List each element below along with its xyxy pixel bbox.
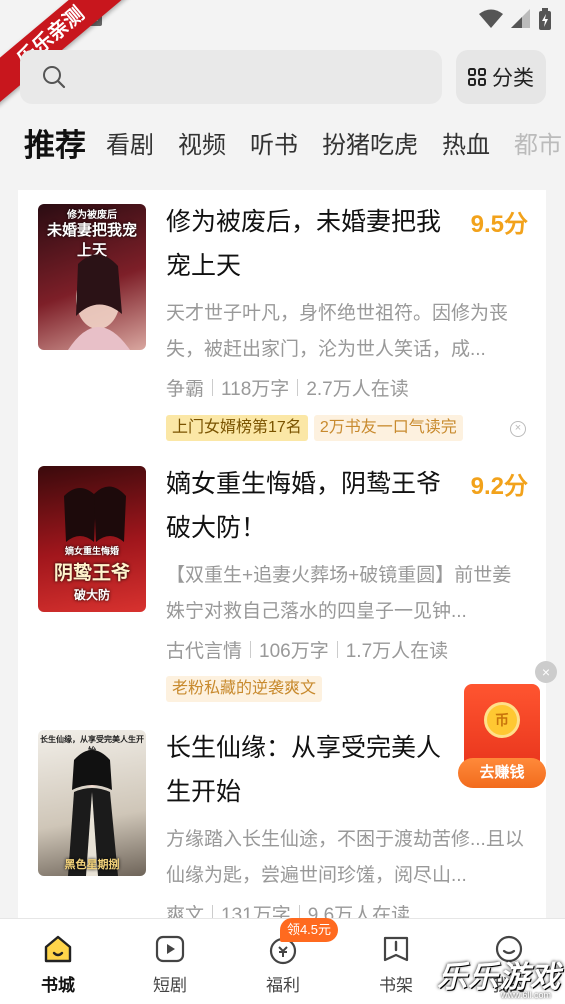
category-label: 分类 — [492, 67, 534, 90]
cover-figure-icon — [64, 486, 126, 542]
book-genre: 爽文 — [166, 905, 205, 920]
close-icon[interactable]: × — [535, 661, 557, 683]
tab-recommend[interactable]: 推荐 — [24, 122, 86, 170]
coin-icon: 币 — [484, 702, 520, 738]
book-genre: 争霸 — [166, 379, 205, 400]
book-words: 118万字 — [221, 379, 290, 400]
reader-tag: 老粉私藏的逆袭爽文 — [166, 676, 323, 702]
home-icon — [44, 935, 72, 963]
book-tags: 老粉私藏的逆袭爽文 — [166, 676, 323, 702]
nav-welfare[interactable]: 福利 — [243, 933, 323, 996]
book-item[interactable]: 修为被废后 未婚妻把我宠上天 修为被废后，未婚妻把我宠上天 9.5分 天才世子叶… — [18, 190, 546, 450]
book-score: 9.2分 — [470, 473, 528, 500]
wifi-icon — [479, 9, 503, 28]
tab-hotblood[interactable]: 热血 — [442, 122, 490, 170]
search-input[interactable] — [20, 50, 442, 104]
signal-icon — [511, 9, 530, 28]
nav-label: 书架 — [379, 976, 413, 995]
play-icon — [155, 935, 185, 963]
book-score: 9.5分 — [470, 211, 528, 238]
cover-figure-icon — [68, 254, 130, 350]
book-meta: 古代言情 106万字 1.7万人在读 — [166, 636, 448, 663]
status-icons — [479, 8, 551, 30]
book-readers: 9.6万人在读 — [307, 905, 411, 920]
book-title[interactable]: 长生仙缘：从享受完美人生开始 — [166, 726, 456, 814]
book-genre: 古代言情 — [166, 641, 243, 662]
battery-icon — [539, 8, 551, 30]
book-tags: 上门女婿榜第17名 2万书友一口气读完 — [166, 415, 463, 441]
nav-bookshelf[interactable]: 书架 — [356, 933, 436, 996]
nav-label: 短剧 — [153, 976, 187, 995]
book-readers: 1.7万人在读 — [345, 641, 449, 662]
bookshelf-icon — [383, 936, 409, 962]
earn-money-button[interactable]: 去赚钱 — [458, 758, 546, 788]
tab-urban[interactable]: 都市 — [514, 122, 562, 170]
reader-tag: 2万书友一口气读完 — [313, 415, 463, 441]
search-row: 分类 — [20, 50, 546, 104]
book-title[interactable]: 修为被废后，未婚妻把我宠上天 — [166, 200, 456, 288]
book-meta: 爽文 131万字 9.6万人在读 — [166, 900, 410, 920]
book-readers: 2.7万人在读 — [306, 379, 409, 400]
book-words: 131万字 — [221, 905, 291, 920]
tab-drama[interactable]: 看剧 — [106, 122, 154, 170]
category-tabs: 推荐 看剧 视频 听书 扮猪吃虎 热血 都市 — [24, 122, 565, 172]
book-desc: 天才世子叶凡，身怀绝世祖符。因修为丧失，被赶出家门，沦为世人笑话，成... — [166, 303, 509, 360]
grid-icon — [468, 68, 486, 86]
book-cover[interactable]: 嫡女重生悔婚 阴鸷王爷 破大防 — [38, 466, 146, 612]
book-cover[interactable]: 长生仙缘，从享受完美人生开始 黑色星期捌 — [38, 730, 146, 876]
welfare-badge: 领4.5元 — [280, 918, 338, 942]
book-desc: 方缘踏入长生仙途，不困于渡劫苦修...且以仙缘为匙，尝遍世间珍馐，阅尽山... — [166, 829, 524, 886]
cover-bottom-text: 黑色星期捌 — [64, 858, 120, 871]
tab-audiobook[interactable]: 听书 — [250, 122, 298, 170]
book-words: 106万字 — [259, 641, 329, 662]
book-meta: 争霸 118万字 2.7万人在读 — [166, 374, 409, 401]
nav-label: 书城 — [41, 976, 75, 995]
book-list: 修为被废后 未婚妻把我宠上天 修为被废后，未婚妻把我宠上天 9.5分 天才世子叶… — [18, 190, 546, 920]
rank-tag[interactable]: 上门女婿榜第17名 — [166, 415, 308, 441]
cover-figure-icon — [68, 750, 118, 876]
book-desc: 【双重生+追妻火葬场+破镜重圆】前世姜姝宁对救自己落水的四皇子一见钟... — [166, 565, 512, 622]
book-item[interactable]: 嫡女重生悔婚 阴鸷王爷 破大防 嫡女重生悔婚，阴鸷王爷破大防！ 9.2分 【双重… — [18, 452, 546, 714]
nav-label: 福利 — [266, 976, 300, 995]
watermark-url: www.6ll.com — [500, 990, 551, 1000]
search-icon — [43, 66, 66, 89]
nav-shortdrama[interactable]: 短剧 — [130, 933, 210, 996]
category-button[interactable]: 分类 — [456, 50, 546, 104]
book-title[interactable]: 嫡女重生悔婚，阴鸷王爷破大防！ — [166, 462, 456, 550]
book-cover[interactable]: 修为被废后 未婚妻把我宠上天 — [38, 204, 146, 350]
tab-video[interactable]: 视频 — [178, 122, 226, 170]
tab-underdog[interactable]: 扮猪吃虎 — [322, 122, 418, 170]
nav-bookstore[interactable]: 书城 — [18, 933, 98, 996]
dismiss-icon[interactable]: × — [510, 421, 526, 437]
